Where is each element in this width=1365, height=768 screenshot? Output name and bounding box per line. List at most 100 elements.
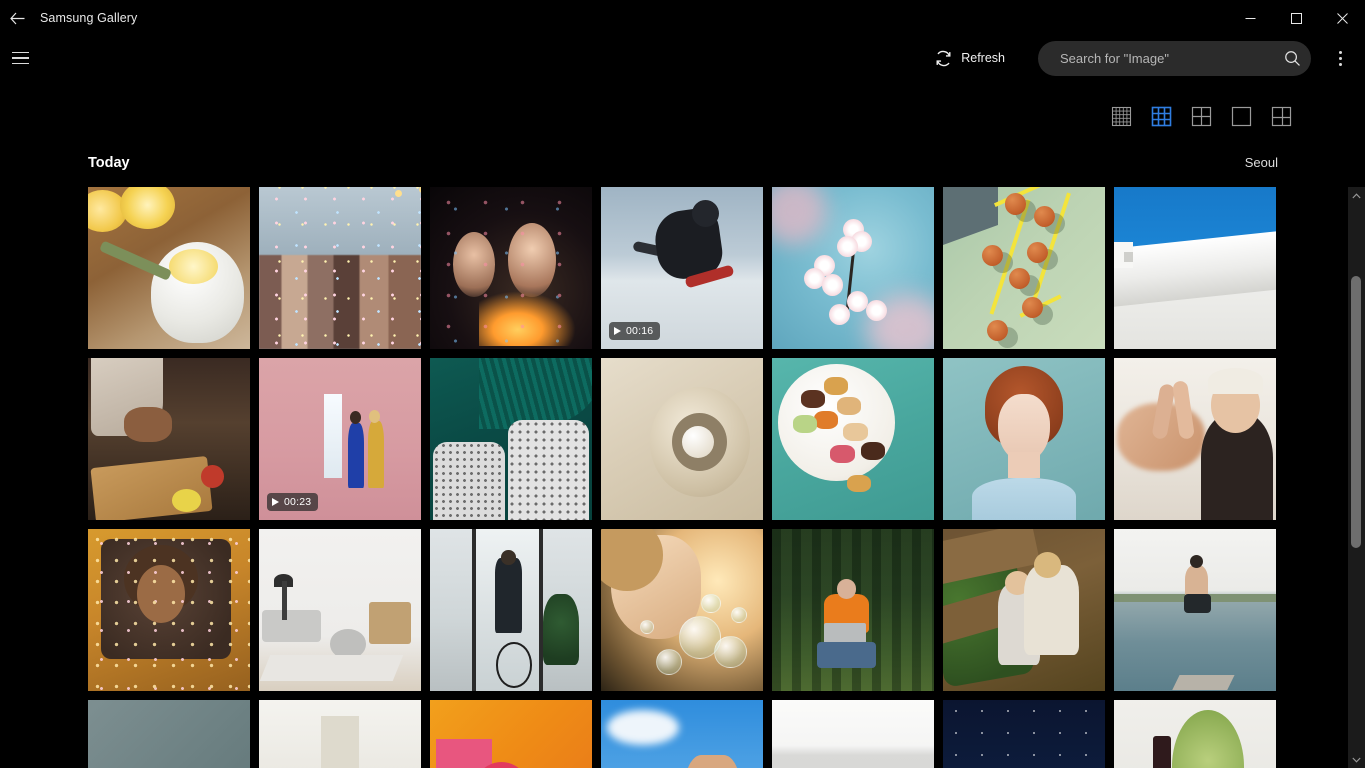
view-mode-grid-2x2[interactable] xyxy=(1188,103,1215,130)
view-mode-grid-5x5[interactable] xyxy=(1108,103,1135,130)
hamburger-line xyxy=(11,62,29,65)
confetti-friends-photo[interactable] xyxy=(259,187,421,349)
cooking-photo[interactable] xyxy=(88,358,250,520)
thumbnail-detail xyxy=(259,187,421,349)
thumbnail-image xyxy=(1114,529,1276,691)
minimize-icon xyxy=(1245,17,1255,19)
thumbnail-detail xyxy=(436,738,492,768)
thumbnail-detail xyxy=(972,477,1076,520)
macaron xyxy=(830,445,855,464)
skateboarder-video[interactable]: 00:16 xyxy=(601,187,763,349)
peace-sign-photo[interactable] xyxy=(1114,358,1276,520)
thumbnail-image xyxy=(772,529,934,691)
thumbnail-detail xyxy=(1007,451,1041,478)
thumbnail-detail xyxy=(260,655,404,682)
back-button[interactable] xyxy=(0,0,34,36)
thumbnail-detail xyxy=(430,187,592,349)
macaron xyxy=(861,442,886,461)
hamburger-line xyxy=(11,57,29,59)
bottle-plant-photo[interactable] xyxy=(1114,700,1276,768)
white-building-photo[interactable] xyxy=(1114,187,1276,349)
cherry-blossom-photo[interactable] xyxy=(772,187,934,349)
thumbnail-detail xyxy=(823,622,866,644)
living-room-photo[interactable] xyxy=(259,529,421,691)
scroll-up-button[interactable] xyxy=(1348,187,1365,204)
thumbnail-detail xyxy=(1207,367,1264,394)
scroll-down-button[interactable] xyxy=(1348,751,1365,768)
thumbnail-detail xyxy=(348,422,365,488)
thumbnail-image xyxy=(1114,187,1276,349)
night-tree-photo[interactable] xyxy=(943,700,1105,768)
soap-bubble xyxy=(730,606,747,623)
confetti-car-photo[interactable] xyxy=(88,529,250,691)
video-duration-badge: 00:16 xyxy=(609,322,661,340)
view-mode-mixed[interactable] xyxy=(1268,103,1295,130)
close-button[interactable] xyxy=(1319,0,1365,36)
lemonade-photo[interactable] xyxy=(88,187,250,349)
basketball xyxy=(1009,268,1031,290)
video-duration-label: 00:23 xyxy=(284,496,312,508)
soap-bubble xyxy=(656,648,682,675)
thumbnail-image xyxy=(430,700,592,768)
minimize-button[interactable] xyxy=(1227,0,1273,36)
sparklers-photo[interactable] xyxy=(430,187,592,349)
refresh-button[interactable]: Refresh xyxy=(924,42,1015,75)
soap-bubble xyxy=(701,593,721,614)
thumbnail-detail xyxy=(772,187,828,246)
maximize-icon xyxy=(1290,12,1302,24)
more-options-icon[interactable] xyxy=(1323,39,1357,77)
beige-arch-photo[interactable] xyxy=(601,358,763,520)
thumbnail-detail xyxy=(539,529,544,691)
refresh-label: Refresh xyxy=(961,51,1005,65)
garden-family-photo[interactable] xyxy=(943,529,1105,691)
app-bar: Refresh xyxy=(0,36,1365,80)
white-hallway-photo[interactable] xyxy=(259,700,421,768)
basketball xyxy=(981,245,1003,267)
basketball-court-photo[interactable] xyxy=(943,187,1105,349)
macarons-photo[interactable] xyxy=(772,358,934,520)
bubbles-photo[interactable] xyxy=(601,529,763,691)
thumbnail-detail xyxy=(323,393,342,478)
view-mode-grid-3x3[interactable] xyxy=(1148,103,1175,130)
pink-mirror-video[interactable]: 00:23 xyxy=(259,358,421,520)
thumbnail-detail xyxy=(262,610,321,643)
mixed-layout-icon xyxy=(1271,106,1292,127)
thumbnail-detail xyxy=(367,421,384,488)
forest-laptop-photo[interactable] xyxy=(772,529,934,691)
thumbnail-detail xyxy=(1152,735,1171,768)
hamburger-menu-icon[interactable] xyxy=(0,38,40,78)
thumbnail-detail xyxy=(1123,251,1134,262)
slate-gradient-photo[interactable] xyxy=(88,700,250,768)
kite-sky-photo[interactable] xyxy=(601,700,763,768)
single-square-icon xyxy=(1231,106,1252,127)
macaron xyxy=(793,414,818,433)
macaron xyxy=(846,474,871,493)
dock-jump-photo[interactable] xyxy=(1114,529,1276,691)
white-wall-photo[interactable] xyxy=(772,700,934,768)
window-controls xyxy=(1227,0,1365,36)
thumbnail-image xyxy=(88,358,250,520)
search-input[interactable] xyxy=(1060,50,1277,66)
maximize-button[interactable] xyxy=(1273,0,1319,36)
thumbnail-detail xyxy=(169,248,218,285)
orange-interior-photo[interactable] xyxy=(430,700,592,768)
blossom-flower xyxy=(828,303,850,325)
vertical-scrollbar[interactable] xyxy=(1348,187,1365,768)
chevron-up-icon xyxy=(1352,192,1361,198)
thumbnail-detail xyxy=(88,529,250,691)
video-duration-label: 00:16 xyxy=(626,325,654,337)
thumbnail-image xyxy=(430,529,592,691)
search-icon xyxy=(1284,50,1300,66)
bicycle-doorway-photo[interactable] xyxy=(430,529,592,691)
redhead-portrait-photo[interactable] xyxy=(943,358,1105,520)
photo-grid: 00:16 00:23 xyxy=(88,187,1280,768)
video-duration-badge: 00:23 xyxy=(267,493,319,511)
search-submit-button[interactable] xyxy=(1277,43,1307,73)
search-box[interactable] xyxy=(1038,40,1311,76)
scrollbar-track[interactable] xyxy=(1348,204,1365,751)
scrollbar-thumb[interactable] xyxy=(1351,276,1361,548)
terrazzo-podium-photo[interactable] xyxy=(430,358,592,520)
view-mode-single[interactable] xyxy=(1228,103,1255,130)
grid-3x3-icon xyxy=(1151,106,1172,127)
gallery-scroll-area: 00:16 00:23 xyxy=(88,187,1280,768)
